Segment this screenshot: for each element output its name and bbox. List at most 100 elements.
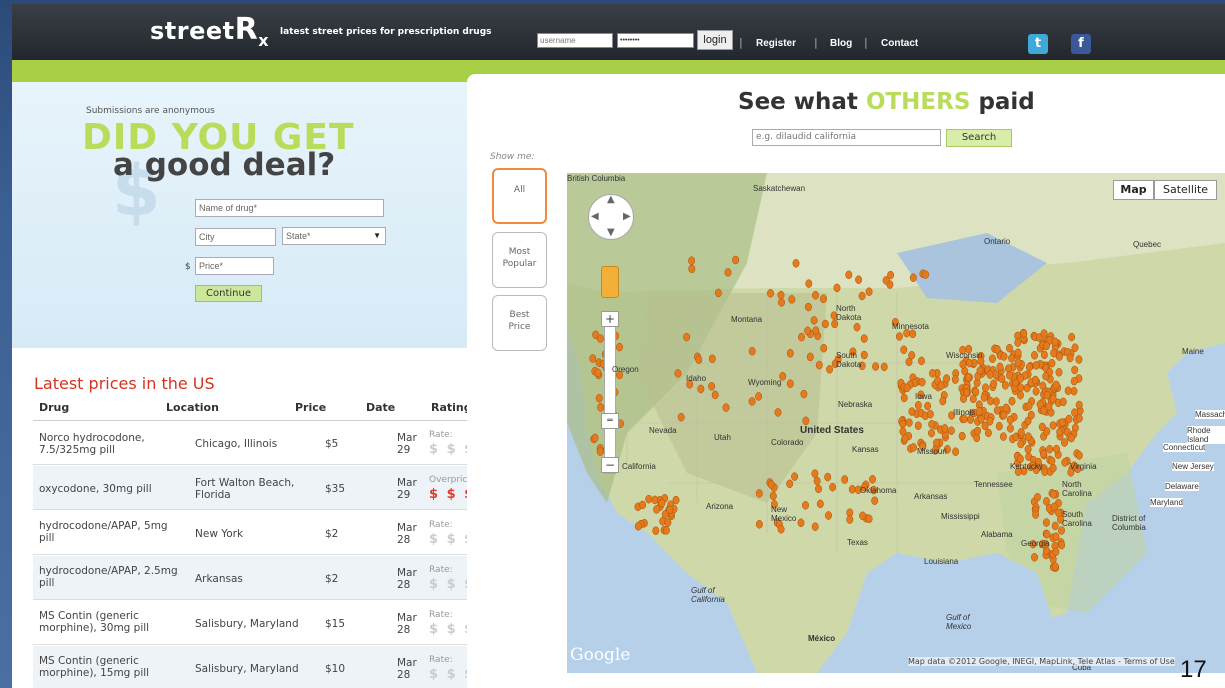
price-marker[interactable] — [941, 424, 949, 433]
price-marker[interactable] — [677, 412, 685, 422]
price-marker[interactable] — [748, 346, 756, 356]
price-marker[interactable] — [1032, 510, 1040, 519]
price-marker[interactable] — [595, 393, 603, 403]
zoom-slider[interactable] — [604, 314, 616, 474]
nav-contact[interactable]: Contact — [881, 38, 918, 49]
map-pan-control[interactable]: ▲ ◀ ▶ ▼ — [588, 194, 634, 240]
price-marker[interactable] — [905, 418, 913, 427]
price-marker[interactable] — [1055, 352, 1063, 361]
price-marker[interactable] — [910, 443, 917, 452]
price-marker[interactable] — [972, 387, 980, 397]
price-marker[interactable] — [1031, 375, 1039, 385]
price-marker[interactable] — [999, 432, 1007, 441]
price-marker[interactable] — [812, 290, 819, 300]
price-marker[interactable] — [1040, 329, 1048, 338]
twitter-icon[interactable]: t — [1028, 34, 1048, 54]
price-marker[interactable] — [811, 522, 819, 531]
price-marker[interactable] — [1066, 353, 1074, 363]
price-marker[interactable] — [732, 255, 740, 265]
price-marker[interactable] — [1043, 497, 1050, 506]
price-marker[interactable] — [1075, 400, 1083, 410]
price-marker[interactable] — [769, 491, 777, 501]
price-marker[interactable] — [1070, 386, 1078, 396]
drug-cell[interactable]: hydrocodone/APAP, 2.5mg pill — [39, 565, 184, 589]
price-marker[interactable] — [846, 515, 854, 524]
price-marker[interactable] — [937, 381, 945, 391]
price-marker[interactable] — [591, 433, 599, 443]
price-marker[interactable] — [977, 414, 985, 424]
price-marker[interactable] — [1071, 365, 1079, 375]
price-marker[interactable] — [767, 289, 774, 298]
price-marker[interactable] — [909, 273, 917, 282]
price-marker[interactable] — [786, 379, 794, 388]
price-marker[interactable] — [1055, 368, 1063, 377]
price-marker[interactable] — [596, 334, 604, 343]
price-marker[interactable] — [792, 259, 800, 268]
price-marker[interactable] — [755, 392, 763, 401]
price-marker[interactable] — [1008, 396, 1016, 406]
price-marker[interactable] — [984, 428, 992, 438]
price-marker[interactable] — [1025, 401, 1033, 411]
street-view-pegman-icon[interactable] — [601, 266, 619, 298]
price-marker[interactable] — [653, 505, 661, 514]
price-marker[interactable] — [777, 290, 785, 300]
price-marker[interactable] — [755, 520, 763, 529]
price-marker[interactable] — [924, 401, 932, 411]
price-marker[interactable] — [865, 287, 873, 296]
price-marker[interactable] — [652, 526, 660, 535]
price-marker[interactable] — [815, 360, 823, 370]
price-marker[interactable] — [1000, 352, 1008, 361]
price-marker[interactable] — [1000, 410, 1008, 420]
price-marker[interactable] — [798, 332, 805, 342]
price-marker[interactable] — [711, 390, 719, 400]
price-marker[interactable] — [928, 428, 935, 438]
price-marker[interactable] — [1048, 456, 1056, 466]
price-marker[interactable] — [965, 358, 973, 368]
price-marker[interactable] — [1053, 444, 1060, 454]
price-marker[interactable] — [662, 526, 670, 535]
price-marker[interactable] — [708, 354, 716, 364]
price-marker[interactable] — [805, 279, 813, 288]
price-marker[interactable] — [918, 356, 925, 366]
price-marker[interactable] — [774, 408, 782, 417]
price-marker[interactable] — [1014, 338, 1022, 347]
us-price-map[interactable] — [567, 173, 1225, 673]
price-marker[interactable] — [815, 484, 822, 494]
price-marker[interactable] — [929, 369, 936, 378]
price-marker[interactable] — [777, 524, 785, 534]
column-header-price[interactable]: Price — [295, 401, 326, 414]
continue-button[interactable]: Continue — [195, 285, 262, 302]
price-marker[interactable] — [1031, 553, 1038, 562]
price-marker[interactable] — [639, 500, 647, 510]
zoom-out-button[interactable]: − — [601, 457, 619, 473]
price-marker[interactable] — [755, 489, 763, 498]
price-marker[interactable] — [1014, 348, 1022, 358]
price-marker[interactable] — [688, 264, 696, 274]
drug-cell[interactable]: hydrocodone/APAP, 5mg pill — [39, 520, 184, 544]
city-input[interactable]: City — [195, 228, 276, 246]
pan-left-icon[interactable]: ◀ — [591, 211, 599, 222]
price-marker[interactable] — [616, 342, 623, 352]
price-marker[interactable] — [1038, 422, 1046, 432]
price-marker[interactable] — [1006, 415, 1014, 425]
price-marker[interactable] — [714, 288, 722, 298]
drug-cell[interactable]: MS Contin (generic morphine), 15mg pill — [39, 655, 184, 679]
price-marker[interactable] — [1052, 380, 1060, 390]
logo[interactable]: streetRx — [150, 12, 269, 50]
price-marker[interactable] — [1075, 414, 1083, 423]
price-marker[interactable] — [1051, 337, 1059, 347]
price-marker[interactable] — [1058, 418, 1066, 427]
price-marker[interactable] — [1064, 386, 1072, 395]
drug-cell[interactable]: Norco hydrocodone, 7.5/325mg pill — [39, 432, 184, 456]
pan-up-icon[interactable]: ▲ — [607, 194, 615, 205]
column-header-drug[interactable]: Drug — [39, 401, 69, 414]
price-marker[interactable] — [697, 384, 705, 394]
price-marker[interactable] — [880, 362, 888, 372]
price-marker[interactable] — [887, 270, 895, 280]
price-marker[interactable] — [848, 485, 856, 494]
price-marker[interactable] — [982, 383, 989, 392]
price-marker[interactable] — [996, 362, 1004, 372]
price-marker[interactable] — [1049, 421, 1057, 430]
price-marker[interactable] — [804, 326, 812, 336]
price-marker[interactable] — [1050, 348, 1058, 358]
